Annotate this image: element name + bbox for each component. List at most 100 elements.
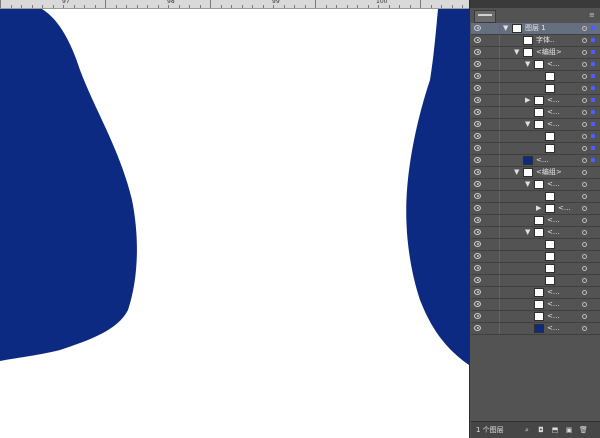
layer-item-row[interactable] [471, 191, 600, 203]
selection-square-icon[interactable] [591, 74, 595, 78]
visibility-eye-icon[interactable] [474, 25, 481, 31]
target-circle-icon[interactable] [582, 278, 587, 283]
target-circle-icon[interactable] [582, 242, 587, 247]
clip-mask-icon[interactable]: ◘ [537, 426, 545, 434]
target-circle-icon[interactable] [582, 110, 587, 115]
layer-item-row[interactable]: 字体.. [471, 35, 600, 47]
layers-tab[interactable] [474, 10, 496, 23]
target-circle-icon[interactable] [582, 26, 587, 31]
collapse-triangle-icon[interactable]: ▼ [525, 61, 530, 68]
visibility-eye-icon[interactable] [474, 301, 481, 307]
target-circle-icon[interactable] [582, 134, 587, 139]
layer-item-row[interactable] [471, 71, 600, 83]
target-circle-icon[interactable] [582, 170, 587, 175]
target-circle-icon[interactable] [582, 302, 587, 307]
target-circle-icon[interactable] [582, 50, 587, 55]
visibility-eye-icon[interactable] [474, 121, 481, 127]
visibility-eye-icon[interactable] [474, 97, 481, 103]
layer-row[interactable]: ▼ 图层 1 [471, 23, 600, 35]
target-circle-icon[interactable] [582, 86, 587, 91]
layer-item-row[interactable] [471, 131, 600, 143]
layer-item-row[interactable]: ▼ <... [471, 59, 600, 71]
selection-square-icon[interactable] [591, 62, 595, 66]
visibility-eye-icon[interactable] [474, 49, 481, 55]
layer-item-row[interactable] [471, 251, 600, 263]
selection-square-icon[interactable] [591, 38, 595, 42]
layer-item-row[interactable] [471, 143, 600, 155]
collapse-triangle-icon[interactable]: ▼ [525, 229, 530, 236]
visibility-eye-icon[interactable] [474, 253, 481, 259]
visibility-eye-icon[interactable] [474, 169, 481, 175]
layer-item-row[interactable] [471, 263, 600, 275]
layer-item-row[interactable] [471, 275, 600, 287]
visibility-eye-icon[interactable] [474, 157, 481, 163]
target-circle-icon[interactable] [582, 218, 587, 223]
layer-item-row[interactable]: <... [471, 155, 600, 167]
right-blue-shape[interactable] [406, 9, 469, 365]
visibility-eye-icon[interactable] [474, 277, 481, 283]
left-blue-shape[interactable] [0, 9, 137, 361]
visibility-eye-icon[interactable] [474, 229, 481, 235]
visibility-eye-icon[interactable] [474, 217, 481, 223]
visibility-eye-icon[interactable] [474, 145, 481, 151]
visibility-eye-icon[interactable] [474, 85, 481, 91]
visibility-eye-icon[interactable] [474, 37, 481, 43]
collapse-triangle-icon[interactable]: ▼ [525, 121, 530, 128]
target-circle-icon[interactable] [582, 74, 587, 79]
new-layer-icon[interactable]: ▣ [565, 426, 573, 434]
layer-item-row[interactable]: <... [471, 323, 600, 335]
target-circle-icon[interactable] [582, 326, 587, 331]
target-circle-icon[interactable] [582, 38, 587, 43]
panel-menu-icon[interactable]: ≡ [589, 11, 597, 19]
visibility-eye-icon[interactable] [474, 241, 481, 247]
target-circle-icon[interactable] [582, 158, 587, 163]
selection-square-icon[interactable] [591, 50, 595, 54]
expand-triangle-icon[interactable]: ▶ [525, 97, 530, 104]
new-sublayer-icon[interactable]: ⬒ [551, 426, 559, 434]
locate-object-icon[interactable]: ⌕ [523, 426, 531, 434]
visibility-eye-icon[interactable] [474, 61, 481, 67]
target-circle-icon[interactable] [582, 290, 587, 295]
layer-item-row[interactable]: ▼ <... [471, 227, 600, 239]
target-circle-icon[interactable] [582, 146, 587, 151]
visibility-eye-icon[interactable] [474, 205, 481, 211]
visibility-eye-icon[interactable] [474, 265, 481, 271]
layer-item-row[interactable]: <... [471, 287, 600, 299]
target-circle-icon[interactable] [582, 122, 587, 127]
target-circle-icon[interactable] [582, 206, 587, 211]
visibility-eye-icon[interactable] [474, 289, 481, 295]
layer-item-row[interactable]: ▶ <... [471, 203, 600, 215]
artboard-canvas[interactable]: 97 98 99 100 [0, 0, 469, 438]
target-circle-icon[interactable] [582, 98, 587, 103]
selection-square-icon[interactable] [591, 110, 595, 114]
layer-item-row[interactable]: <... [471, 311, 600, 323]
visibility-eye-icon[interactable] [474, 313, 481, 319]
layer-item-row[interactable]: ▼ <... [471, 179, 600, 191]
visibility-eye-icon[interactable] [474, 109, 481, 115]
visibility-eye-icon[interactable] [474, 133, 481, 139]
layer-item-row[interactable]: ▼ <编组> [471, 167, 600, 179]
target-circle-icon[interactable] [582, 194, 587, 199]
layer-item-row[interactable]: <... [471, 299, 600, 311]
layer-item-row[interactable]: <... [471, 215, 600, 227]
selection-square-icon[interactable] [591, 158, 595, 162]
delete-icon[interactable]: 🗑 [579, 426, 588, 434]
layer-item-row[interactable]: ▼ <... [471, 119, 600, 131]
selection-square-icon[interactable] [591, 122, 595, 126]
collapse-triangle-icon[interactable]: ▼ [525, 181, 530, 188]
target-circle-icon[interactable] [582, 314, 587, 319]
collapse-triangle-icon[interactable]: ▼ [503, 25, 508, 32]
layer-item-row[interactable]: ▼ <编组> [471, 47, 600, 59]
selection-square-icon[interactable] [591, 146, 595, 150]
visibility-eye-icon[interactable] [474, 73, 481, 79]
target-circle-icon[interactable] [582, 230, 587, 235]
layer-item-row[interactable]: <... [471, 107, 600, 119]
selection-square-icon[interactable] [591, 86, 595, 90]
collapse-triangle-icon[interactable]: ▼ [514, 49, 519, 56]
layer-item-row[interactable] [471, 239, 600, 251]
selection-square-icon[interactable] [591, 98, 595, 102]
selection-square-icon[interactable] [591, 134, 595, 138]
expand-triangle-icon[interactable]: ▶ [536, 205, 541, 212]
visibility-eye-icon[interactable] [474, 193, 481, 199]
collapse-triangle-icon[interactable]: ▼ [514, 169, 519, 176]
